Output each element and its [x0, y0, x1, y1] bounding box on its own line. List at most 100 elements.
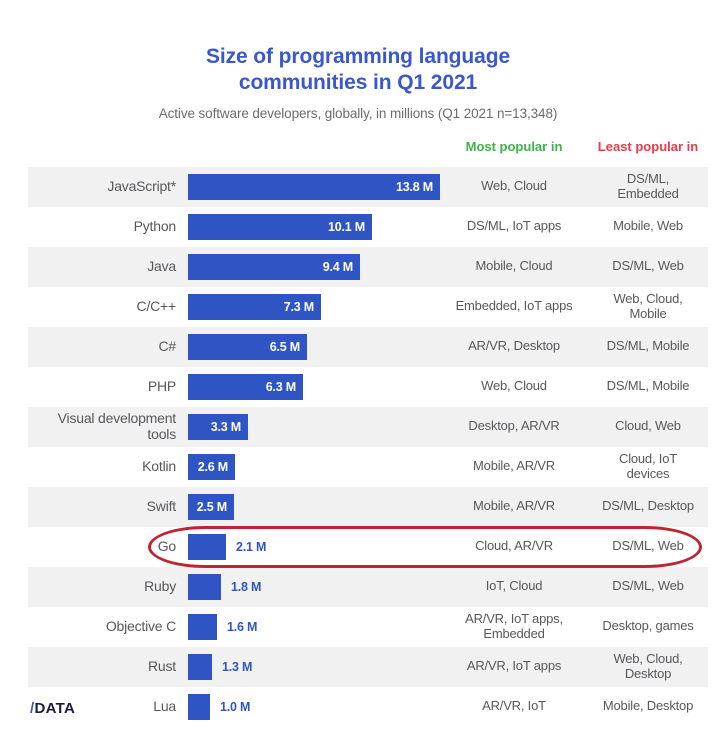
most-popular-cell: Embedded, IoT apps [455, 298, 573, 314]
most-popular-cell: Web, Cloud [481, 178, 547, 194]
language-label: PHP [147, 377, 176, 394]
bar-value-label: 1.3 M [222, 659, 253, 674]
value-bar [188, 573, 221, 600]
value-bar: 9.4 M [188, 253, 360, 280]
page-title-line2: communities in Q1 2021 [238, 71, 478, 95]
language-label: Ruby [144, 577, 176, 594]
table-row: Ruby 1.8 M IoT, Cloud DS/ML, Web [28, 566, 708, 607]
table-row: Java 9.4 M Mobile, Cloud DS/ML, Web [28, 246, 708, 287]
value-bar: 2.6 M [188, 453, 235, 480]
table-row: Rust 1.3 M AR/VR, IoT apps Web, Cloud, Deskt… [28, 646, 708, 687]
value-bar [188, 613, 217, 640]
value-bar: 6.3 M [188, 373, 303, 400]
most-popular-cell: AR/VR, IoT [482, 698, 546, 714]
value-bar: 3.3 M [188, 413, 248, 440]
bar-value-label: 6.5 M [269, 339, 300, 354]
most-popular-cell: Mobile, AR/VR [473, 458, 555, 474]
column-headers: Most popular in Least popular in [0, 139, 716, 161]
most-popular-cell: Desktop, AR/VR [468, 418, 560, 434]
bar-cell: 1.0 M [188, 687, 440, 727]
least-popular-cell: DS/ML, Desktop [602, 498, 694, 514]
bar-value-label: 7.3 M [283, 299, 314, 314]
value-bar [188, 533, 226, 560]
bar-value-label: 1.0 M [220, 699, 251, 714]
bar-cell: 1.3 M [188, 647, 440, 687]
bar-value-label: 1.8 M [231, 579, 262, 594]
least-popular-cell: Mobile, Desktop [602, 698, 694, 714]
most-popular-cell: Mobile, AR/VR [473, 498, 555, 514]
most-popular-cell: IoT, Cloud [485, 578, 543, 594]
bar-cell: 9.4 M [188, 247, 440, 287]
least-popular-cell: Cloud, IoT devices [619, 450, 677, 481]
page-title-line1: Size of programming language [205, 45, 511, 68]
table-row: Lua 1.0 M AR/VR, IoT Mobile, Desktop [28, 687, 708, 727]
value-bar: 6.5 M [188, 333, 307, 360]
least-popular-cell: DS/ML, Web [612, 258, 684, 274]
table-row: Python 10.1 M DS/ML, IoT apps Mobile, Web [28, 207, 708, 247]
bar-cell: 6.3 M [188, 367, 440, 407]
least-popular-cell: DS/ML, Mobile [606, 338, 690, 354]
most-popular-cell: DS/ML, IoT apps [466, 218, 562, 234]
column-header-least-popular: Least popular in [597, 138, 699, 154]
bar-cell: 2.5 M [188, 487, 440, 527]
value-bar [188, 693, 210, 720]
least-popular-cell: Cloud, Web [615, 418, 681, 434]
least-popular-cell: Mobile, Web [613, 218, 683, 234]
language-label: Go [157, 537, 176, 554]
value-bar: 10.1 M [188, 213, 372, 240]
least-popular-cell: DS/ML, Web [612, 578, 684, 594]
bar-value-label: 9.4 M [322, 259, 353, 274]
least-popular-cell: Web, Cloud, Mobile [613, 290, 683, 321]
bar-value-label: 13.8 M [395, 179, 433, 194]
slashdata-logo: /DATA [30, 700, 75, 717]
language-label: Swift [146, 497, 177, 514]
language-label: Kotlin [142, 457, 176, 474]
bar-value-label: 10.1 M [327, 219, 365, 234]
most-popular-cell: AR/VR, IoT apps [466, 658, 562, 674]
most-popular-cell: Web, Cloud [481, 378, 547, 394]
value-bar: 7.3 M [188, 293, 321, 320]
value-bar [188, 653, 212, 680]
logo-text: DATA [34, 700, 76, 717]
most-popular-cell: Mobile, Cloud [475, 258, 553, 274]
bar-value-label: 1.6 M [227, 619, 258, 634]
language-label: C/C++ [136, 297, 177, 314]
bar-cell: 7.3 M [188, 287, 440, 327]
bar-cell: 1.8 M [188, 567, 440, 607]
language-label: Rust [148, 657, 176, 674]
column-header-most-popular: Most popular in [465, 138, 563, 154]
bar-cell: 1.6 M [188, 607, 440, 647]
bar-cell: 3.3 M [188, 407, 440, 447]
most-popular-cell: AR/VR, Desktop [468, 338, 560, 354]
most-popular-cell: AR/VR, IoT apps, Embedded [465, 610, 563, 641]
least-popular-cell: Desktop, games [602, 618, 694, 634]
bar-value-label: 2.5 M [196, 499, 227, 514]
bar-value-label: 6.3 M [265, 379, 296, 394]
page-subtitle: Active software developers, globally, in… [158, 105, 558, 121]
bar-cell: 6.5 M [188, 327, 440, 367]
language-label: Java [147, 257, 176, 274]
table-row: Objective C 1.6 M AR/VR, IoT apps, Embedded… [28, 607, 708, 647]
table-row: Visual development tools 3.3 M Desktop, AR/… [28, 406, 708, 447]
table-row: Go 2.1 M Cloud, AR/VR DS/ML, Web [28, 527, 708, 567]
language-label: Visual development tools [57, 409, 177, 442]
table-row: Swift 2.5 M Mobile, AR/VR DS/ML, Desktop [28, 486, 708, 527]
language-label: Python [133, 217, 177, 234]
bar-cell: 13.8 M [188, 167, 440, 207]
table-row: JavaScript* 13.8 M Web, Cloud DS/ML, Embedde… [28, 166, 708, 207]
table-row: C/C++ 7.3 M Embedded, IoT apps Web, Cloud, M… [28, 287, 708, 327]
language-table: JavaScript* 13.8 M Web, Cloud DS/ML, Embedde… [0, 166, 716, 727]
bar-cell: 10.1 M [188, 207, 440, 247]
value-bar: 13.8 M [188, 173, 440, 200]
bar-value-label: 2.1 M [236, 539, 267, 554]
page-title: Size of programming language communities… [123, 44, 593, 97]
language-label: Objective C [105, 617, 176, 634]
least-popular-cell: DS/ML, Mobile [606, 378, 690, 394]
bar-cell: 2.1 M [188, 527, 440, 567]
table-row: C# 6.5 M AR/VR, Desktop DS/ML, Mobile [28, 326, 708, 367]
least-popular-cell: DS/ML, Embedded [617, 170, 679, 201]
value-bar: 2.5 M [188, 493, 234, 520]
least-popular-cell: DS/ML, Web [612, 538, 684, 554]
most-popular-cell: Cloud, AR/VR [475, 538, 553, 554]
least-popular-cell: Web, Cloud, Desktop [613, 650, 683, 681]
